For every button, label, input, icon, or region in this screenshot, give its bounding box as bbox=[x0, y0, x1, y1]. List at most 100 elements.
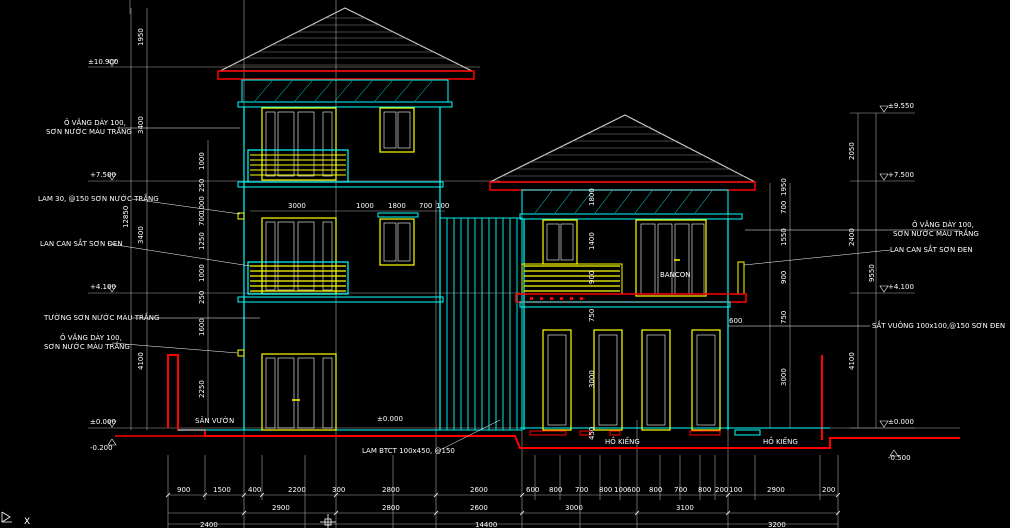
vdim-right-5: 700 bbox=[780, 201, 788, 214]
vdim-right-7: 900 bbox=[780, 271, 788, 284]
note-right-2: SƠN NƯỚC MÀU TRẮNG bbox=[893, 228, 979, 238]
horizontal-dims-top: 3000 1000 1800 700 100 bbox=[288, 202, 449, 210]
hdim-r1-12: 600 bbox=[627, 486, 640, 494]
vdim-left-4: 1000 bbox=[198, 152, 206, 170]
ucs-axis-icon: X bbox=[1, 511, 30, 527]
hdim-r1-18: 2900 bbox=[767, 486, 785, 494]
vdim-left-9: 1000 bbox=[198, 264, 206, 282]
vdim-right-3: 4100 bbox=[848, 352, 856, 370]
vdim-right-10: 900 bbox=[588, 271, 596, 284]
note-left-2: SƠN NƯỚC MÀU TRẮNG bbox=[46, 126, 132, 136]
right-block bbox=[489, 114, 756, 436]
elevation-drawing: Ô VĂNG DÀY 100, SƠN NƯỚC MÀU TRẮNG LAM 3… bbox=[1, 0, 1005, 528]
vdim-right-13: 3000 bbox=[780, 368, 788, 386]
level-left-2: +4.100 bbox=[90, 283, 116, 291]
label-pond-1: HỒ KIẾNG bbox=[605, 436, 640, 446]
vdim-right-2: 9550 bbox=[868, 264, 876, 282]
hdim-r1-8: 800 bbox=[549, 486, 562, 494]
vdim-right-11: 750 bbox=[588, 309, 596, 322]
hdim-r2-3: 3000 bbox=[565, 504, 583, 512]
dim-ticks bbox=[165, 492, 841, 516]
level-markers-right: ±9.550 +7.500 +4.100 ±0.000 -0.500 bbox=[879, 102, 914, 462]
hdim-r1-0: 900 bbox=[177, 486, 190, 494]
hdim-r1-1: 1500 bbox=[213, 486, 231, 494]
note-left-5: TƯỜNG SƠN NƯỚC MÀU TRẮNG bbox=[43, 312, 159, 322]
vdim-left-5: 250 bbox=[198, 179, 206, 192]
hdim-r2-4: 3100 bbox=[676, 504, 694, 512]
right-annotations: Ô VĂNG DÀY 100, SƠN NƯỚC MÀU TRẮNG LAN C… bbox=[728, 220, 1005, 330]
vdim-left-1: 3400 bbox=[137, 116, 145, 134]
level-right-2: +4.100 bbox=[888, 283, 914, 291]
vdim-left-7: 700 bbox=[198, 213, 206, 226]
vdim-right-8: 750 bbox=[780, 311, 788, 324]
hdim-r1-4: 300 bbox=[332, 486, 345, 494]
crosshair-cursor-icon[interactable] bbox=[320, 514, 336, 528]
label-balcony: BANCON bbox=[660, 271, 690, 279]
vdim-left-0: 1950 bbox=[137, 28, 145, 46]
hdim-r1-7: 600 bbox=[526, 486, 539, 494]
level-left-3: ±0.000 bbox=[90, 418, 116, 426]
label-level-mid: ±0.000 bbox=[377, 415, 403, 423]
horizontal-dims-row2: 2900 2800 2600 3000 3100 bbox=[272, 504, 694, 512]
horizontal-dims-row1: 900 1500 400 2200 300 2800 2600 600 800 … bbox=[177, 486, 835, 494]
hdim-r1-14: 700 bbox=[674, 486, 687, 494]
hdim-r1-2: 400 bbox=[248, 486, 261, 494]
vdim-right-6: 1550 bbox=[780, 228, 788, 246]
svg-text:X: X bbox=[24, 517, 30, 527]
vdim-left-10: 250 bbox=[198, 291, 206, 304]
hdim-r1-16: 200 bbox=[715, 486, 728, 494]
label-lam: LAM BTCT 100x450, @150 bbox=[362, 447, 455, 455]
hdim-r1-11: 100 bbox=[614, 486, 627, 494]
note-right-4: SẮT VUÔNG 100x100,@150 SƠN ĐEN bbox=[872, 320, 1005, 330]
level-right-4: -0.500 bbox=[888, 454, 911, 462]
hdim-top-4: 100 bbox=[436, 202, 449, 210]
hdim-r1-5: 2800 bbox=[382, 486, 400, 494]
vdim-right-1: 2400 bbox=[848, 228, 856, 246]
hdim-r1-13: 800 bbox=[649, 486, 662, 494]
hdim-r1-10: 800 bbox=[599, 486, 612, 494]
label-pond-2: HỒ KIẾNG bbox=[763, 436, 798, 446]
vdim-left-2: 12850 bbox=[122, 206, 130, 228]
hdim-top-3: 700 bbox=[419, 202, 432, 210]
cad-viewport[interactable]: Ô VĂNG DÀY 100, SƠN NƯỚC MÀU TRẮNG LAM 3… bbox=[0, 0, 1010, 528]
vdim-left-11: 1600 bbox=[198, 318, 206, 336]
note-right-1: Ô VĂNG DÀY 100, bbox=[912, 220, 974, 229]
hdim-r3-1: 14400 bbox=[475, 521, 497, 528]
hdim-r1-19: 200 bbox=[822, 486, 835, 494]
vdim-right-4: 1950 bbox=[780, 178, 788, 196]
vdim-right-14: 450 bbox=[588, 427, 596, 440]
vdim-right-0: 2050 bbox=[848, 142, 856, 160]
level-left-1: +7.500 bbox=[90, 171, 116, 179]
vdim-left-13: 4100 bbox=[137, 352, 145, 370]
hdim-r2-1: 2800 bbox=[382, 504, 400, 512]
ground-line bbox=[115, 354, 960, 449]
label-garden: SÂN VƯỜN bbox=[195, 416, 234, 425]
level-left-0: ±10.900 bbox=[88, 58, 118, 66]
hdim-r1-15: 800 bbox=[698, 486, 711, 494]
hdim-r3-0: 2400 bbox=[200, 521, 218, 528]
vdim-right-12: 3000 bbox=[588, 370, 596, 388]
note-left-4: LAN CAN SẮT SƠN ĐEN bbox=[40, 238, 123, 248]
vertical-dims-right: 2050 2400 9550 4100 1950 700 1550 900 75… bbox=[588, 142, 876, 440]
level-markers-left: ±10.900 +7.500 +4.100 ±0.000 -0.200 bbox=[88, 58, 118, 452]
vdim-right-15: 1800 bbox=[588, 188, 596, 206]
note-right-3: LAN CAN SẮT SƠN ĐEN bbox=[890, 244, 973, 254]
hdim-top-2: 1800 bbox=[388, 202, 406, 210]
vdim-left-3: 3400 bbox=[137, 226, 145, 244]
note-left-7: SƠN NƯỚC MÀU TRẮNG bbox=[44, 341, 130, 351]
note-left-1: Ô VĂNG DÀY 100, bbox=[64, 118, 126, 127]
vdim-left-6: 1000 bbox=[198, 196, 206, 214]
hdim-r1-17: 100 bbox=[729, 486, 742, 494]
misc-dim-600: 600 bbox=[729, 317, 742, 325]
hdim-r2-0: 2900 bbox=[272, 504, 290, 512]
hdim-r3-2: 3200 bbox=[768, 521, 786, 528]
center-lam-fins bbox=[439, 217, 523, 431]
hdim-top-1: 1000 bbox=[356, 202, 374, 210]
hdim-r2-2: 2600 bbox=[470, 504, 488, 512]
hdim-r1-9: 700 bbox=[575, 486, 588, 494]
hdim-top-0: 3000 bbox=[288, 202, 306, 210]
ground-floor-windows bbox=[542, 329, 721, 431]
vertical-dims-left: 1950 3400 12850 3400 1000 250 1000 700 1… bbox=[122, 28, 206, 398]
level-right-1: +7.500 bbox=[888, 171, 914, 179]
level-right-0: ±9.550 bbox=[888, 102, 914, 110]
